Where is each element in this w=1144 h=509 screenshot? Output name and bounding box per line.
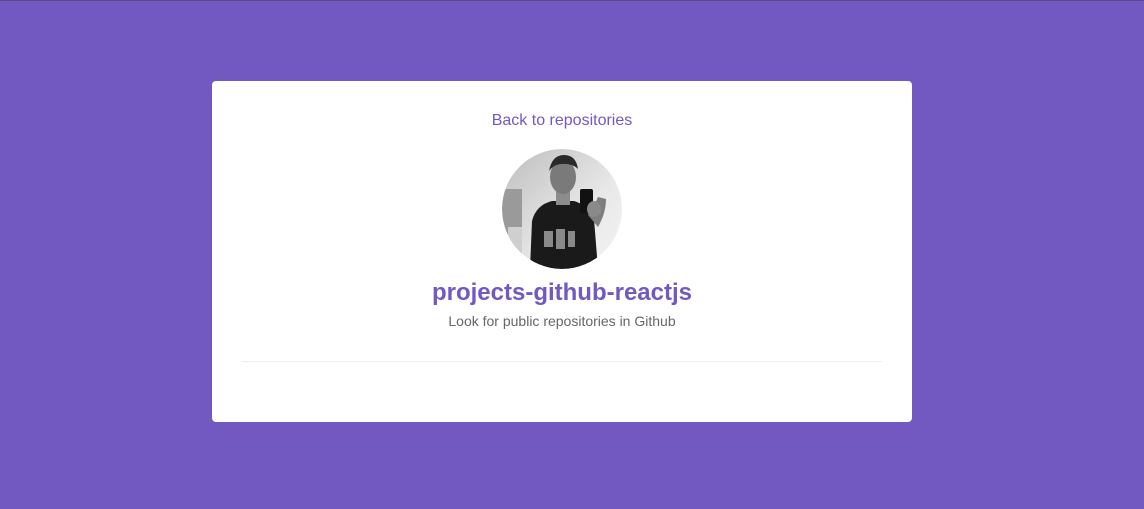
owner-avatar [502,149,622,269]
repository-name: projects-github-reactjs [431,279,693,306]
owner-header: Back to repositories projects-github-rea… [242,111,882,330]
back-to-repositories-link[interactable]: Back to repositories [492,112,633,130]
repository-description: Look for public repositories in Github [448,313,676,329]
divider [242,361,882,362]
repository-card: Back to repositories projects-github-rea… [212,81,912,422]
